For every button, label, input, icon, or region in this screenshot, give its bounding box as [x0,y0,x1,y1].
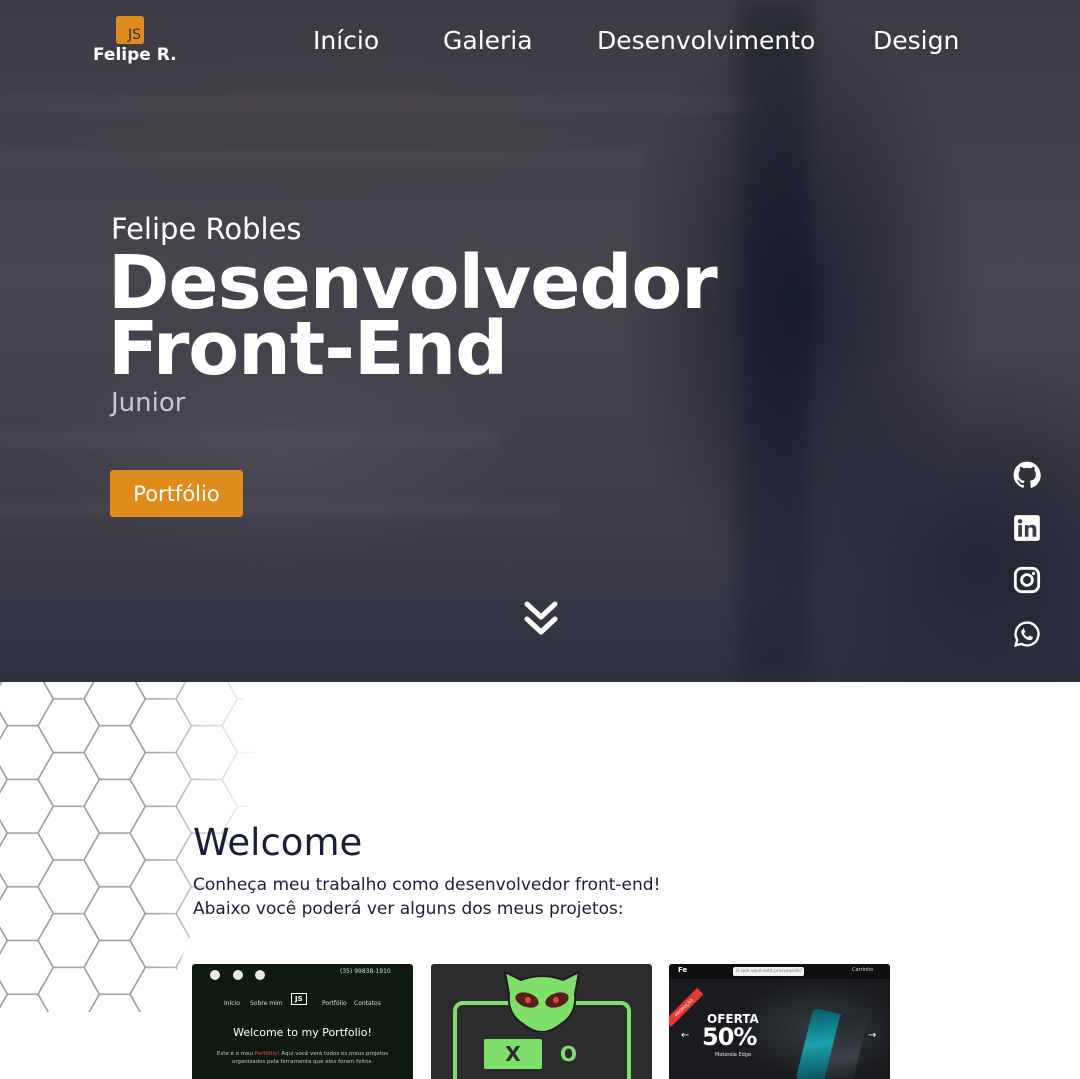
portfolio-button[interactable]: Portfólio [110,470,243,517]
card-text: Aqui você verá todos os meus projetos [279,1051,389,1057]
card-text: Este é o meu [216,1051,255,1057]
github-icon[interactable] [1013,461,1041,489]
welcome-line-2: Abaixo você poderá ver alguns dos meus p… [193,899,624,919]
instagram-icon[interactable] [1013,566,1041,594]
card-topbar: (35) 99838-1910 [192,964,413,986]
welcome-text: Conheça meu trabalho como desenvolvedor … [193,873,660,921]
welcome-title: Welcome [193,821,363,864]
menu-item: Sobre mim [250,1000,283,1007]
nav-desenvolvimento[interactable]: Desenvolvimento [597,26,815,55]
o-symbol: O [560,1042,578,1066]
alien-mascot-icon [503,970,581,1032]
product-model: Motorola Edge [715,1052,752,1058]
main-nav: Início Galeria Desenvolvimento Design [0,26,1080,60]
welcome-line-1: Conheça meu trabalho como desenvolvedor … [193,875,661,895]
card-text-highlight: Portfólio! [254,1051,280,1057]
store-search: O que você está procurando? [733,967,804,976]
project-card-portfolio[interactable]: (35) 99838-1910 Início Sobre mim JS Port… [192,964,413,1079]
card-headline: Welcome to my Portfolio! [233,1026,372,1039]
menu-item: Contatos [354,1000,381,1007]
offer-percent: 50% [702,1023,757,1051]
whatsapp-icon[interactable] [1013,620,1041,648]
promo-ribbon: PROMOÇÃO [669,988,704,1027]
hero-section: JS Felipe R. Início Galeria Desenvolvime… [0,0,1080,682]
project-card-game[interactable]: X O [431,964,652,1079]
linkedin-icon[interactable] [1013,514,1041,542]
hero-level: Junior [111,388,186,418]
store-banner: PROMOÇÃO ← OFERTA 50% Motorola Edge → [669,979,890,1079]
menu-item: Portfólio [322,1000,347,1007]
card-description: Este é o meu Portfólio! Aqui você verá t… [192,1050,413,1066]
store-brand: Fe [678,966,688,974]
background-blur [0,430,500,448]
nav-inicio[interactable]: Início [313,26,379,55]
chevron-right-icon: → [868,1030,877,1041]
js-logo: JS [291,993,307,1005]
menu-item: Início [224,1000,240,1007]
card-text: organizados pela ferramenta que eles for… [231,1059,374,1065]
nav-design[interactable]: Design [873,26,959,55]
github-icon [210,970,220,980]
linkedin-icon [233,970,243,980]
store-header: Fe O que você está procurando? Carrinho [669,964,890,979]
instagram-icon [255,970,265,980]
project-card-store[interactable]: Fe O que você está procurando? Carrinho … [669,964,890,1079]
background-blur [0,500,560,518]
double-chevron-down-icon[interactable] [521,600,561,640]
chevron-left-icon: ← [681,1030,690,1041]
background-blur [740,0,810,682]
cart-icon: Carrinho [852,967,874,973]
x-symbol: X [484,1039,542,1069]
hero-title: Desenvolvedor Front-End [108,246,718,386]
background-blur [0,95,760,113]
background-blur [0,150,640,168]
phone-number: (35) 99838-1910 [340,968,391,975]
nav-galeria[interactable]: Galeria [443,26,533,55]
